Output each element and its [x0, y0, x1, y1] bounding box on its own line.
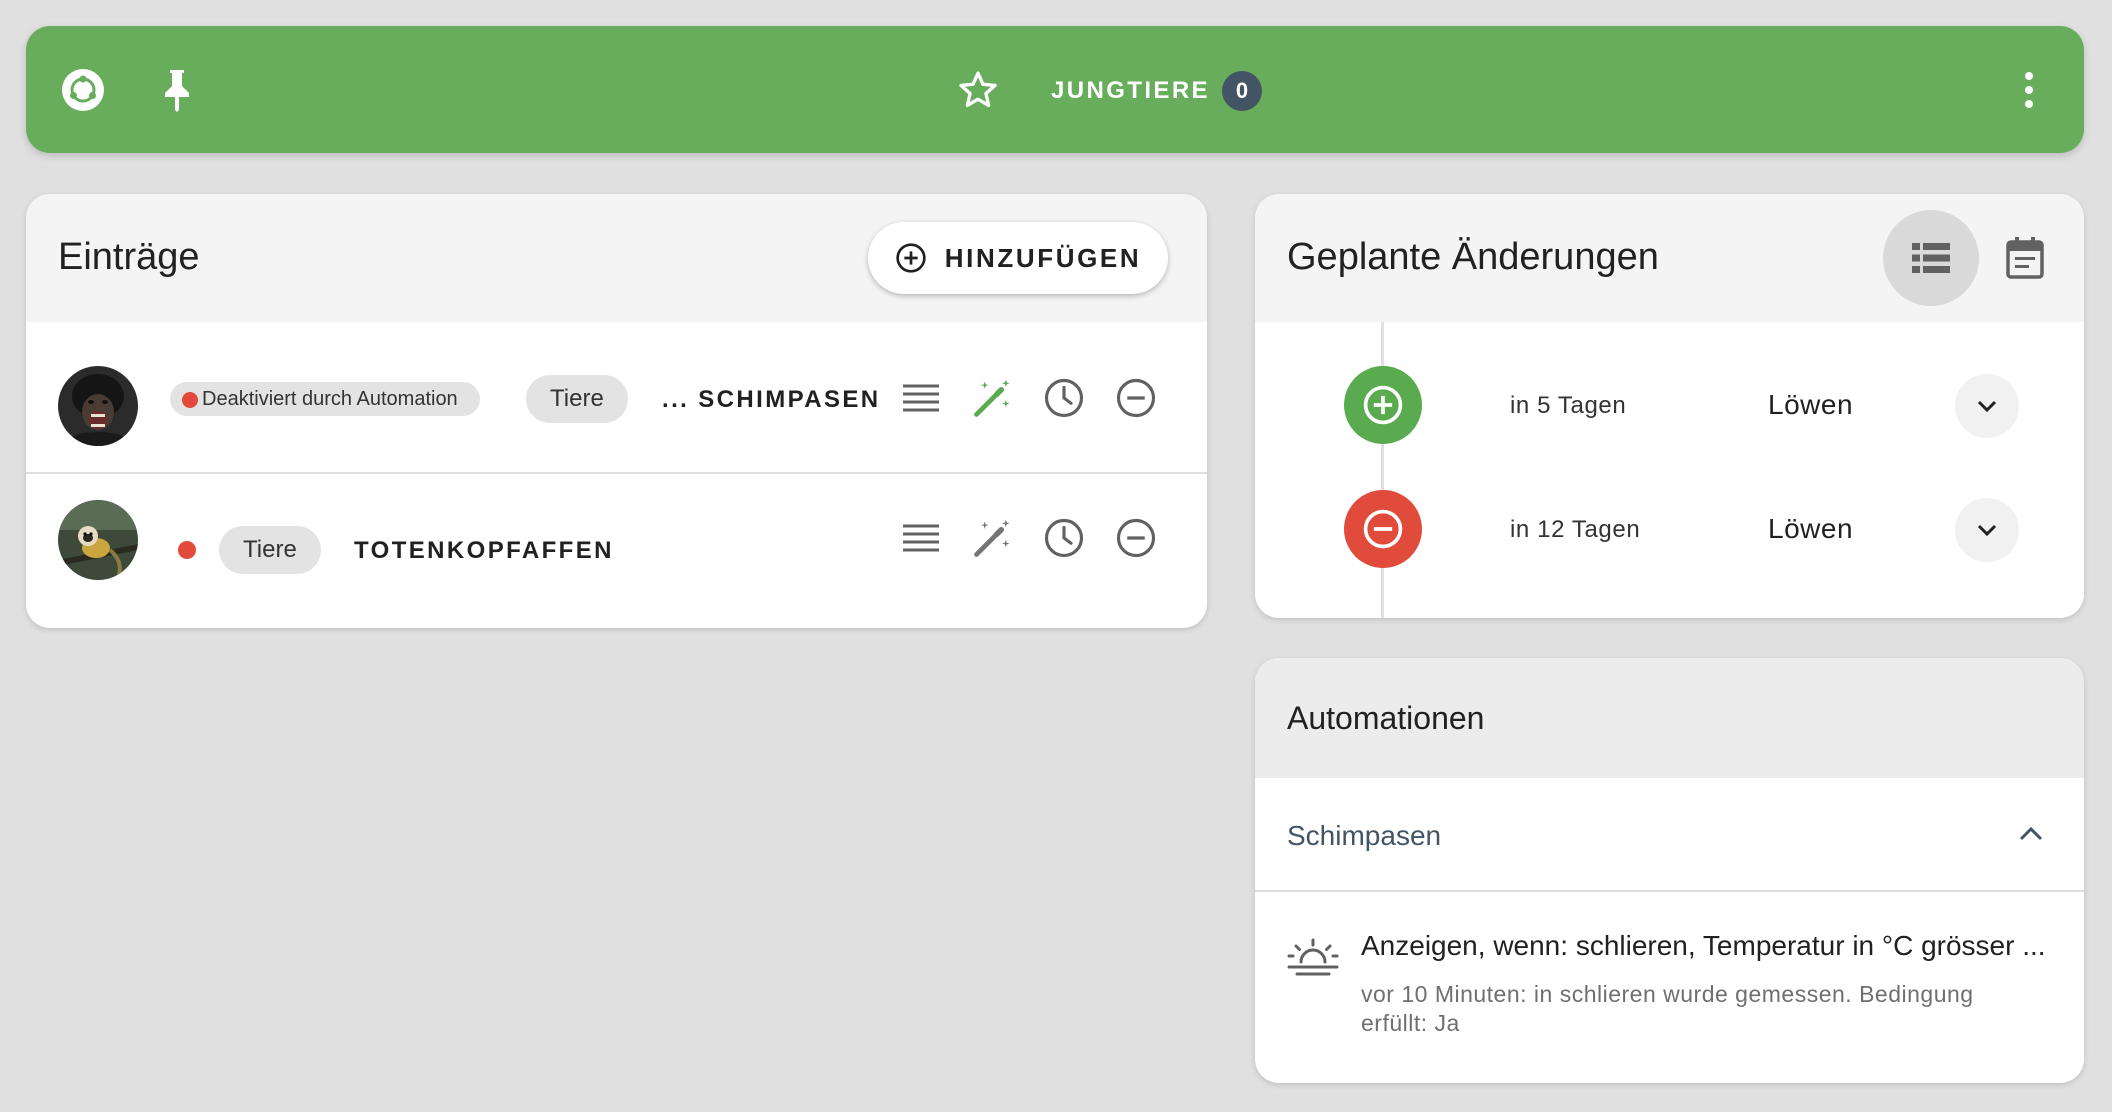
scheduled-card-header: Geplante Änderungen: [1255, 194, 2084, 322]
scheduled-time: in 5 Tagen: [1510, 392, 1627, 419]
calendar-icon: [2006, 237, 2044, 279]
automations-title: Automationen: [1287, 700, 1485, 736]
star-outline-icon[interactable]: [951, 63, 1005, 117]
chimpanzee-avatar: [58, 366, 138, 446]
entry-name: TOTENKOPFAFFEN: [354, 537, 614, 564]
home-assistant-logo-icon[interactable]: [56, 63, 110, 117]
add-entry-label: HINZUFÜGEN: [944, 242, 1142, 273]
tag-label: Tiere: [550, 385, 604, 412]
entries-card-header: Einträge HINZUFÜGEN: [26, 194, 1207, 322]
list-icon[interactable]: [896, 513, 946, 563]
calendar-view-button[interactable]: [1977, 210, 2073, 306]
status-badge: Deaktiviert durch Automation: [170, 382, 480, 416]
automations-card: Automationen Schimpasen Anzeigen, wenn: …: [1255, 658, 2084, 1083]
weather-sunset-icon: [1285, 936, 1341, 976]
tab-count-badge: 0: [1221, 71, 1262, 111]
pin-icon[interactable]: [150, 63, 204, 117]
scheduled-time: in 12 Tagen: [1510, 516, 1641, 543]
scheduled-target: Löwen: [1768, 513, 1854, 544]
automation-item[interactable]: Anzeigen, wenn: schlieren, Temperatur in…: [1255, 894, 2084, 1083]
expand-button[interactable]: [1955, 498, 2019, 562]
automation-group-name: Schimpasen: [1287, 820, 1442, 851]
remove-circle-icon[interactable]: [1111, 373, 1161, 423]
clock-icon[interactable]: [1039, 513, 1089, 563]
view-list-icon: [1912, 243, 1950, 273]
tag-chip: Tiere: [219, 526, 321, 574]
tab-label: JUNGTIERE: [1051, 77, 1210, 104]
status-dot: [178, 541, 196, 559]
status-text: Deaktiviert durch Automation: [202, 387, 458, 410]
list-icon[interactable]: [896, 373, 946, 423]
automation-status: vor 10 Minuten: in schlieren wurde gemes…: [1361, 981, 1974, 1036]
auto-fix-wand-icon[interactable]: [968, 513, 1018, 563]
add-entry-button[interactable]: HINZUFÜGEN: [868, 222, 1168, 294]
entries-title: Einträge: [58, 236, 200, 278]
entry-row[interactable]: Deaktiviert durch Automation Tiere ... S…: [26, 322, 1207, 474]
tag-chip: Tiere: [526, 375, 628, 423]
scheduled-title: Geplante Änderungen: [1287, 236, 1659, 278]
plus-circle-icon: [896, 243, 926, 273]
expand-button[interactable]: [1955, 374, 2019, 438]
dots-vertical-icon[interactable]: [2002, 63, 2056, 117]
add-circle-icon: [1344, 366, 1422, 444]
auto-fix-wand-icon[interactable]: [968, 373, 1018, 423]
scheduled-item[interactable]: in 12 Tagen Löwen: [1255, 468, 2084, 592]
automations-card-header: Automationen: [1255, 658, 2084, 778]
chevron-down-icon: [1977, 524, 1997, 537]
scheduled-changes-card: Geplante Änderungen in 5 Tagen Löwen in …: [1255, 194, 2084, 618]
automation-group-header[interactable]: Schimpasen: [1255, 778, 2084, 892]
automation-title: Anzeigen, wenn: schlieren, Temperatur in…: [1361, 930, 2046, 961]
remove-circle-icon: [1344, 490, 1422, 568]
status-dot: [182, 392, 198, 408]
chevron-up-icon[interactable]: [2011, 814, 2051, 854]
chevron-down-icon: [1977, 400, 1997, 413]
entry-row[interactable]: Tiere TOTENKOPFAFFEN: [26, 474, 1207, 626]
clock-icon[interactable]: [1039, 373, 1089, 423]
scheduled-target: Löwen: [1768, 389, 1854, 420]
tab-jungtiere[interactable]: JUNGTIERE 0: [1051, 66, 1262, 116]
squirrel-monkey-avatar: [58, 500, 138, 580]
list-view-button[interactable]: [1883, 210, 1979, 306]
top-app-bar: JUNGTIERE 0: [26, 26, 2084, 153]
tag-label: Tiere: [243, 536, 297, 563]
entries-card: Einträge HINZUFÜGEN Deaktiviert durch Au…: [26, 194, 1207, 628]
entry-name: ... SCHIMPASEN: [662, 386, 881, 413]
remove-circle-icon[interactable]: [1111, 513, 1161, 563]
scheduled-item[interactable]: in 5 Tagen Löwen: [1255, 344, 2084, 468]
